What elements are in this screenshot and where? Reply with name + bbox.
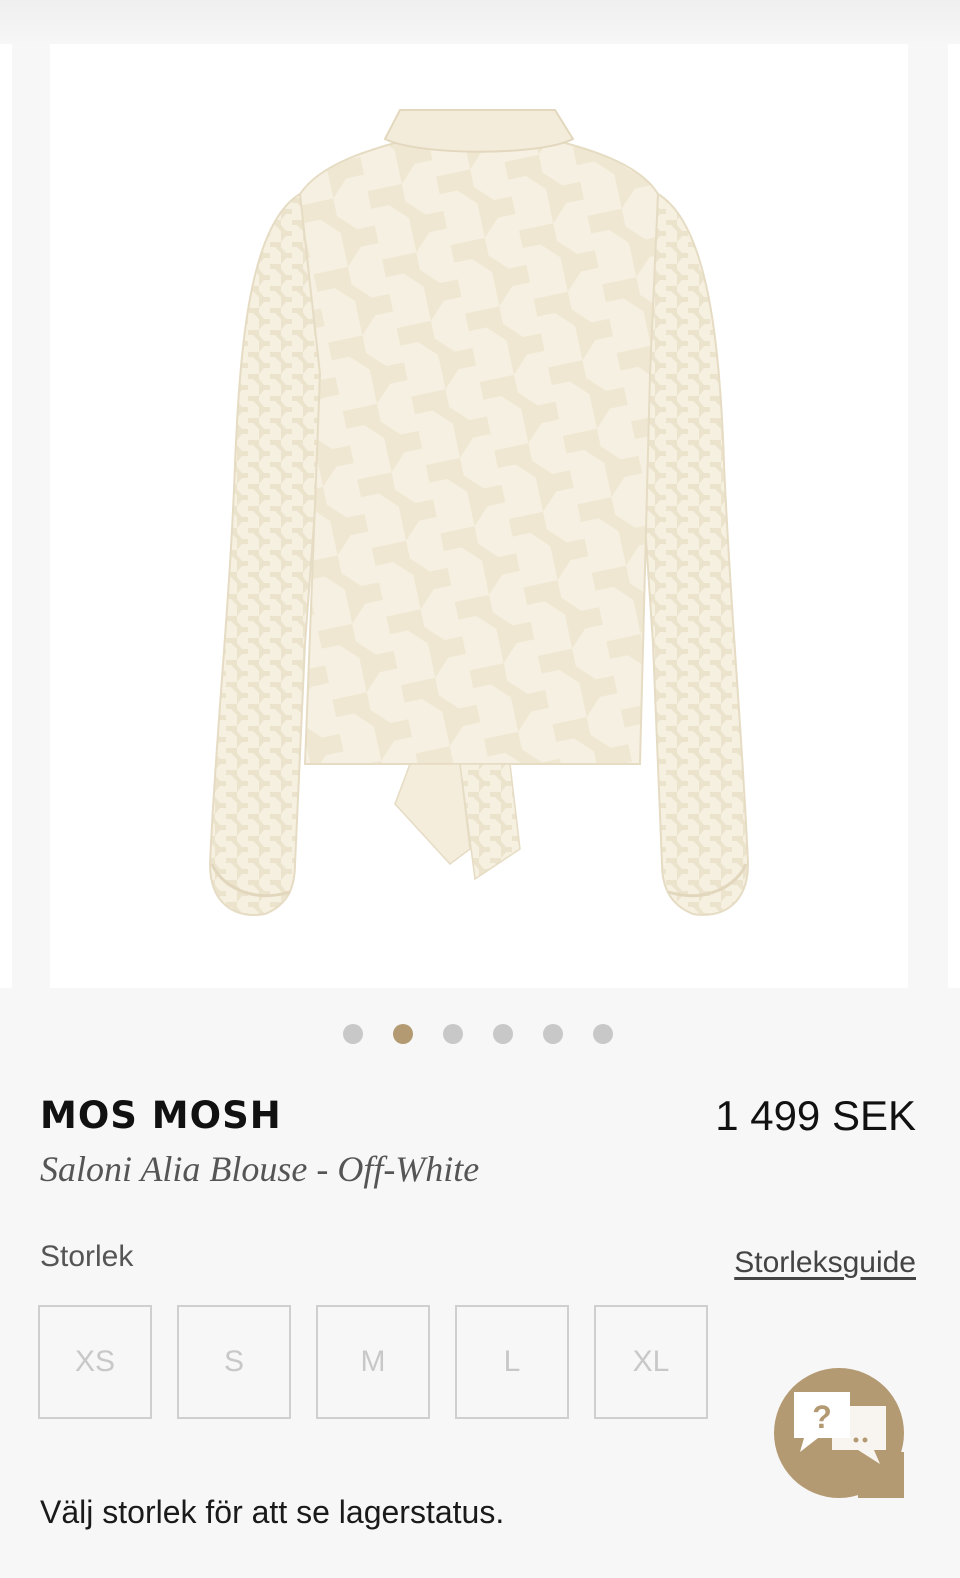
size-label: Storlek: [40, 1240, 134, 1273]
size-option-xl[interactable]: XL: [594, 1305, 708, 1419]
carousel-dot-active[interactable]: [393, 1024, 413, 1044]
size-guide-link[interactable]: Storleksguide: [734, 1246, 916, 1280]
product-image-gallery[interactable]: [0, 44, 960, 988]
size-option-xs[interactable]: XS: [38, 1305, 152, 1419]
carousel-dot[interactable]: [493, 1024, 513, 1044]
carousel-dot[interactable]: [343, 1024, 363, 1044]
size-option-s[interactable]: S: [177, 1305, 291, 1419]
carousel-dot[interactable]: [543, 1024, 563, 1044]
chat-help-icon: ?: [794, 1392, 886, 1464]
stock-status-message: Välj storlek för att se lagerstatus.: [40, 1494, 505, 1530]
size-option-l[interactable]: L: [455, 1305, 569, 1419]
top-bar: [0, 0, 960, 44]
size-selector: XS S M L XL: [38, 1305, 708, 1419]
previous-slide-peek[interactable]: [0, 44, 12, 988]
carousel-pagination: [0, 1024, 960, 1044]
size-option-m[interactable]: M: [316, 1305, 430, 1419]
product-name: Saloni Alia Blouse - Off-White: [40, 1149, 480, 1189]
carousel-dot[interactable]: [593, 1024, 613, 1044]
blouse-illustration: [208, 109, 750, 916]
carousel-dot[interactable]: [443, 1024, 463, 1044]
product-image[interactable]: [50, 44, 908, 988]
help-glyph: ?: [812, 1399, 832, 1435]
chat-help-button[interactable]: ?: [774, 1368, 904, 1498]
product-price: 1 499 SEK: [715, 1092, 916, 1139]
next-slide-peek[interactable]: [948, 44, 960, 988]
product-brand[interactable]: MOS MOSH: [40, 1094, 282, 1137]
